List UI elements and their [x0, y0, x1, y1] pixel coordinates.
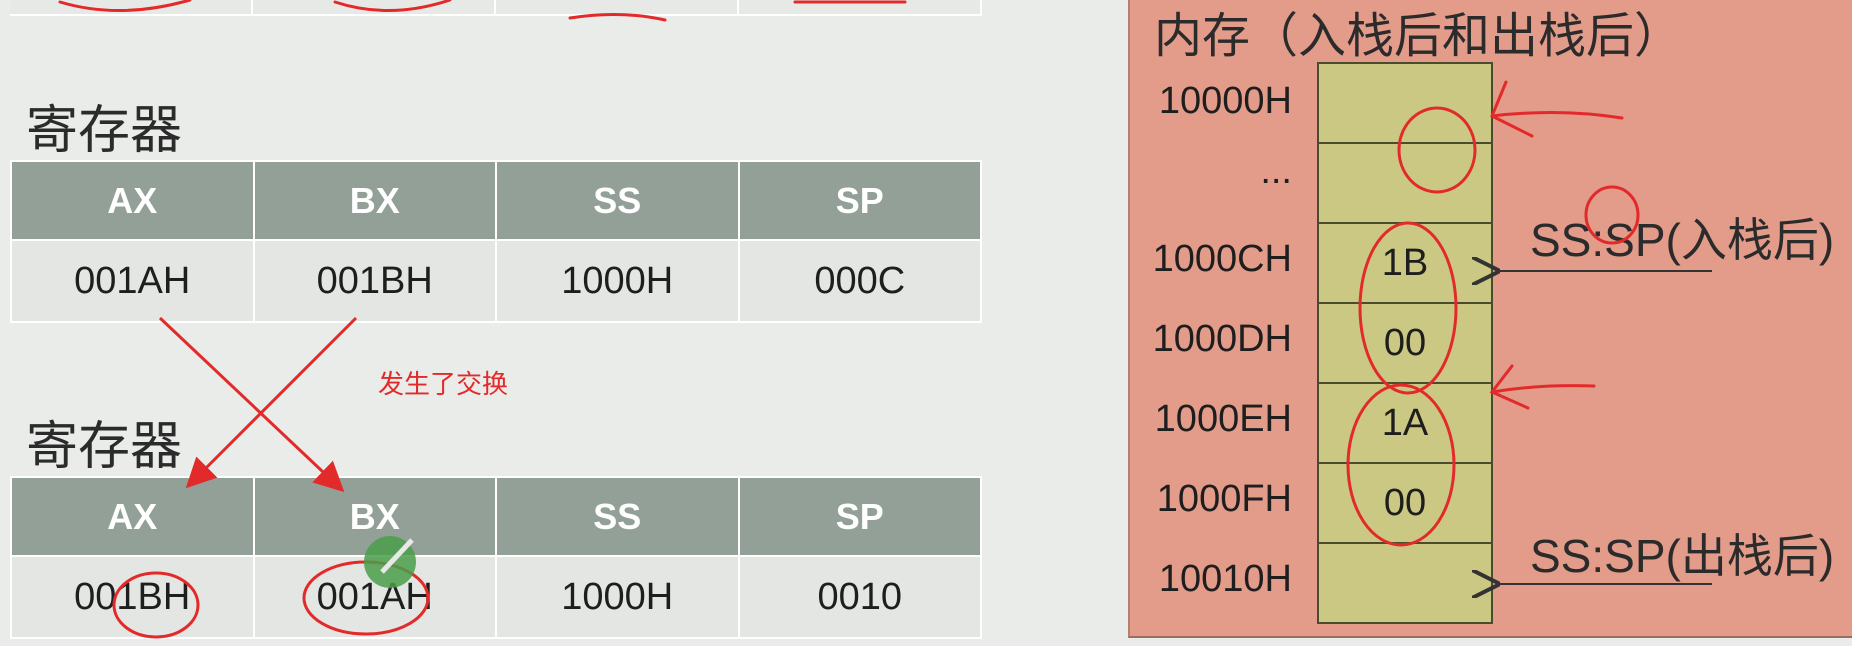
swap-arrow-bx-to-ax [185, 316, 358, 489]
address-label: 1000DH [1152, 318, 1292, 360]
memory-cell: 1B [1319, 224, 1491, 304]
fragment-cell [253, 0, 496, 16]
registers-title-2: 寄存器 [26, 417, 183, 477]
register-value-row: 001BH 001AH 1000H 0010 [10, 555, 982, 639]
register-table-after: AX BX SS SP 001BH 001AH 1000H 0010 [10, 476, 982, 639]
register-header-row: AX BX SS SP [10, 160, 982, 241]
header-bx: BX [252, 476, 497, 557]
memory-cell [1319, 144, 1491, 224]
header-sp: SP [737, 160, 982, 241]
pointer-label-push: SS:SP(入栈后) [1530, 214, 1835, 266]
memory-cell [1319, 544, 1491, 622]
header-ax: AX [10, 476, 255, 557]
address-label: 1000FH [1156, 478, 1292, 520]
registers-title-1: 寄存器 [26, 101, 183, 161]
value-ax: 001AH [10, 239, 255, 323]
value-ss: 1000H [495, 239, 740, 323]
fragment-cell [10, 0, 253, 16]
value-bx: 001AH [252, 555, 497, 639]
address-label: 1000EH [1154, 398, 1292, 440]
register-header-row: AX BX SS SP [10, 476, 982, 557]
swap-arrow-ax-to-bx [158, 316, 345, 493]
value-ax: 001BH [10, 555, 255, 639]
register-table-before: AX BX SS SP 001AH 001BH 1000H 000C [10, 160, 982, 323]
memory-cell: 00 [1319, 464, 1491, 544]
address-label: ... [1260, 150, 1292, 192]
value-sp: 000C [737, 239, 982, 323]
value-ss: 1000H [495, 555, 740, 639]
fragment-cell [496, 0, 739, 16]
memory-title: 内存（入栈后和出栈后） [1154, 8, 1683, 64]
header-sp: SP [737, 476, 982, 557]
fragment-cell [739, 0, 982, 16]
header-ss: SS [495, 160, 740, 241]
value-sp: 0010 [737, 555, 982, 639]
header-ss: SS [495, 476, 740, 557]
header-bx: BX [252, 160, 497, 241]
address-label: 10010H [1158, 558, 1292, 600]
header-ax: AX [10, 160, 255, 241]
swap-note: 发生了交换 [378, 370, 509, 400]
memory-cell: 00 [1319, 304, 1491, 384]
address-label: 10000H [1158, 80, 1292, 122]
register-value-row: 001AH 001BH 1000H 000C [10, 239, 982, 323]
value-bx: 001BH [252, 239, 497, 323]
memory-stack: 1B 00 1A 00 [1317, 62, 1493, 624]
previous-table-fragment [10, 0, 982, 16]
pointer-label-pop: SS:SP(出栈后) [1530, 530, 1835, 582]
memory-cell: 1A [1319, 384, 1491, 464]
memory-cell [1319, 64, 1491, 144]
address-label: 1000CH [1152, 238, 1292, 280]
memory-panel: 内存（入栈后和出栈后） 10000H ... 1000CH 1000DH 100… [1128, 0, 1852, 638]
